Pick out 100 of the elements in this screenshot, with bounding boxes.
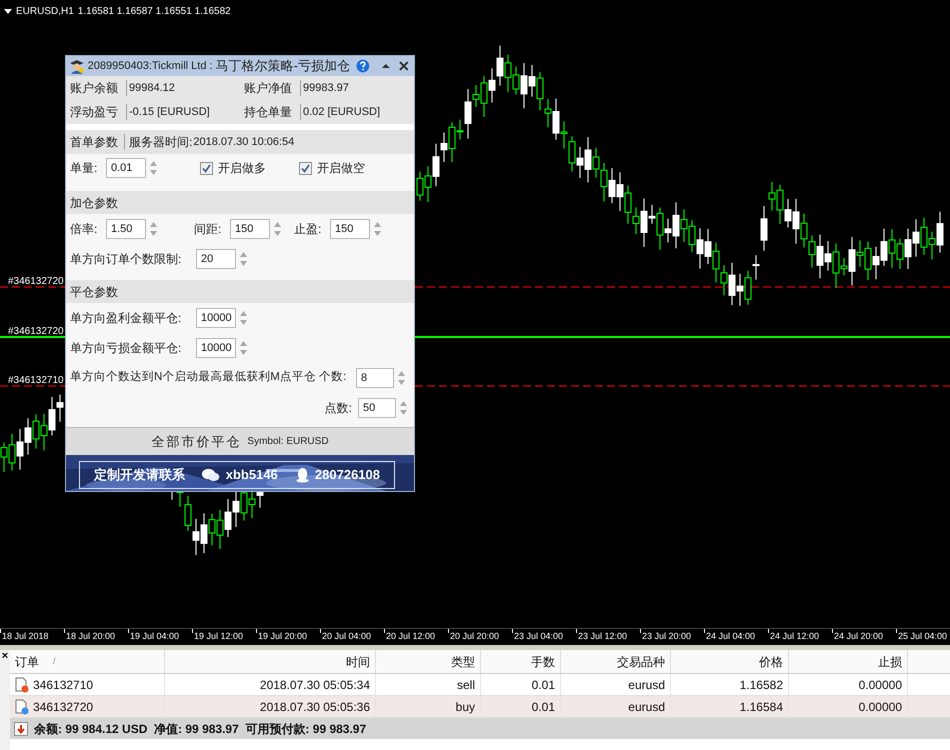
checkbox[interactable]: [299, 162, 312, 174]
check-icon: [202, 164, 211, 172]
account-label: 2089950403:Tickmill Ltd :: [88, 58, 213, 74]
table-cell-text: 2018.07.30 05:05:36: [260, 698, 370, 716]
table-cell-text: 0.00000: [858, 676, 902, 694]
info-label: 持仓单量: [243, 104, 293, 121]
field-label: 单方向亏损金额平仓:: [70, 340, 182, 357]
number-field[interactable]: 50: [358, 398, 396, 418]
info-value: -0.15 [EURUSD]: [129, 104, 210, 120]
table-cell-text: 0.00000: [858, 698, 902, 716]
time-label: 20 Jul 04:00: [322, 630, 372, 643]
table-cell-text: 1.16584: [740, 698, 783, 716]
info-label: 浮动盈亏: [69, 104, 119, 121]
chart-prices: 1.16581 1.16587 1.16551 1.16582: [78, 5, 231, 19]
server-time: 2018.07.30 10:06:54: [193, 134, 294, 150]
spinner-icon[interactable]: [239, 251, 248, 267]
dropdown-icon[interactable]: [4, 8, 12, 14]
field-label: 倍率:: [70, 221, 98, 238]
close-icon[interactable]: [397, 59, 411, 73]
time-label: 20 Jul 20:00: [450, 630, 500, 643]
field-label: 间距:: [194, 221, 222, 238]
time-label: 24 Jul 20:00: [834, 630, 884, 643]
section-header: 加仓参数: [66, 191, 414, 214]
number-field[interactable]: 150: [230, 219, 270, 239]
time-label: 18 Jul 2018: [2, 630, 49, 643]
summary-icon: [14, 722, 28, 736]
spinner-icon[interactable]: [149, 160, 158, 176]
time-label: 20 Jul 12:00: [386, 630, 436, 643]
info-label: 账户净值: [243, 80, 293, 97]
table-cell-text: 1.16582: [740, 676, 783, 694]
time-label: 23 Jul 12:00: [578, 630, 628, 643]
number-field[interactable]: 10000: [196, 308, 236, 328]
time-label: 19 Jul 04:00: [130, 630, 180, 643]
order-row[interactable]: 346132710 2018.07.30 05:05:34 sell 0.01 eurusd 1.16582 0.00000: [10, 674, 950, 696]
time-label: 19 Jul 20:00: [258, 630, 308, 643]
field-label: 单方向个数达到N个启动最高最低获利M点平仓 个数:: [70, 369, 348, 386]
field-label: 点数:: [324, 400, 353, 417]
number-field[interactable]: 150: [330, 219, 370, 239]
table-cell-text: 2018.07.30 05:05:34: [260, 676, 370, 694]
time-label: 25 Jul 04:00: [898, 630, 948, 643]
number-field[interactable]: 0.01: [106, 158, 146, 178]
column-header[interactable]: 交易品种: [561, 650, 671, 673]
section-header: 平仓参数: [66, 280, 414, 303]
time-label: 23 Jul 04:00: [514, 630, 564, 643]
number-field[interactable]: 20: [196, 249, 236, 269]
chat-icon: [201, 467, 220, 483]
number-field[interactable]: 1.50: [106, 219, 146, 239]
column-header[interactable]: 订单 /: [10, 650, 165, 673]
column-header[interactable]: 时间: [165, 650, 376, 673]
number-field[interactable]: 8: [356, 368, 394, 388]
order-label: #346132720: [8, 275, 64, 289]
checkbox-label: 开启做空: [317, 160, 365, 177]
table-cell-text: sell: [456, 676, 475, 694]
table-cell-text: 346132720: [33, 698, 94, 716]
checkbox-label: 开启做多: [218, 160, 266, 177]
spinner-icon[interactable]: [239, 310, 248, 326]
graduate-icon: [69, 58, 85, 74]
spinner-icon[interactable]: [397, 370, 406, 386]
time-label: 19 Jul 12:00: [194, 630, 244, 643]
field-label: 单方向盈利金额平仓:: [70, 310, 182, 327]
check-icon: [301, 164, 310, 172]
table-cell-text: 346132710: [33, 676, 94, 694]
qq-number: 280726108: [314, 466, 380, 484]
penguin-icon: [296, 467, 309, 483]
banner-text: 定制开发请联系: [94, 466, 185, 484]
field-label: 止盈:: [294, 221, 322, 238]
close-button[interactable]: ×: [2, 650, 8, 662]
spinner-icon[interactable]: [239, 340, 248, 356]
spinner-icon[interactable]: [399, 400, 408, 416]
summary-text: 余额: 99 984.12 USD 净值: 99 983.97 可用预付款: 99 983.97: [34, 720, 366, 738]
order-label: #346132720: [8, 325, 64, 339]
spinner-icon[interactable]: [373, 221, 382, 237]
spinner-icon[interactable]: [273, 221, 282, 237]
help-icon[interactable]: [356, 59, 370, 73]
table-cell-text: 0.01: [532, 698, 555, 716]
order-label: #346132710: [8, 374, 64, 388]
field-label: 单方向订单个数限制:: [70, 251, 182, 268]
time-label: 24 Jul 12:00: [770, 630, 820, 643]
table-cell-text: 0.01: [532, 676, 555, 694]
close-all-button[interactable]: 全部市价平仓 Symbol: EURUSD: [66, 427, 414, 455]
order-row[interactable]: 346132720 2018.07.30 05:05:36 buy 0.01 eurusd 1.16584 0.00000: [10, 696, 950, 718]
section-header: 首单参数: [70, 134, 119, 151]
table-cell-text: eurusd: [628, 676, 665, 694]
time-label: 24 Jul 04:00: [706, 630, 756, 643]
wechat-id: xbb5146: [226, 466, 278, 484]
info-value: 99983.97: [303, 80, 349, 96]
info-label: 账户余额: [69, 80, 119, 97]
column-header[interactable]: 手数: [481, 650, 561, 673]
checkbox[interactable]: [200, 162, 213, 174]
number-field[interactable]: 10000: [196, 338, 236, 358]
table-cell-text: buy: [456, 698, 475, 716]
spinner-icon[interactable]: [149, 221, 158, 237]
window-title: 马丁格尔策略-亏损加仓: [216, 57, 350, 76]
column-header[interactable]: 类型: [376, 650, 481, 673]
column-header[interactable]: 止损: [789, 650, 908, 673]
column-header[interactable]: 价格: [671, 650, 789, 673]
time-label: 23 Jul 20:00: [642, 630, 692, 643]
info-value: 0.02 [EURUSD]: [303, 104, 380, 120]
server-time-label: 服务器时间:: [129, 134, 192, 151]
time-label: 18 Jul 20:00: [66, 630, 116, 643]
